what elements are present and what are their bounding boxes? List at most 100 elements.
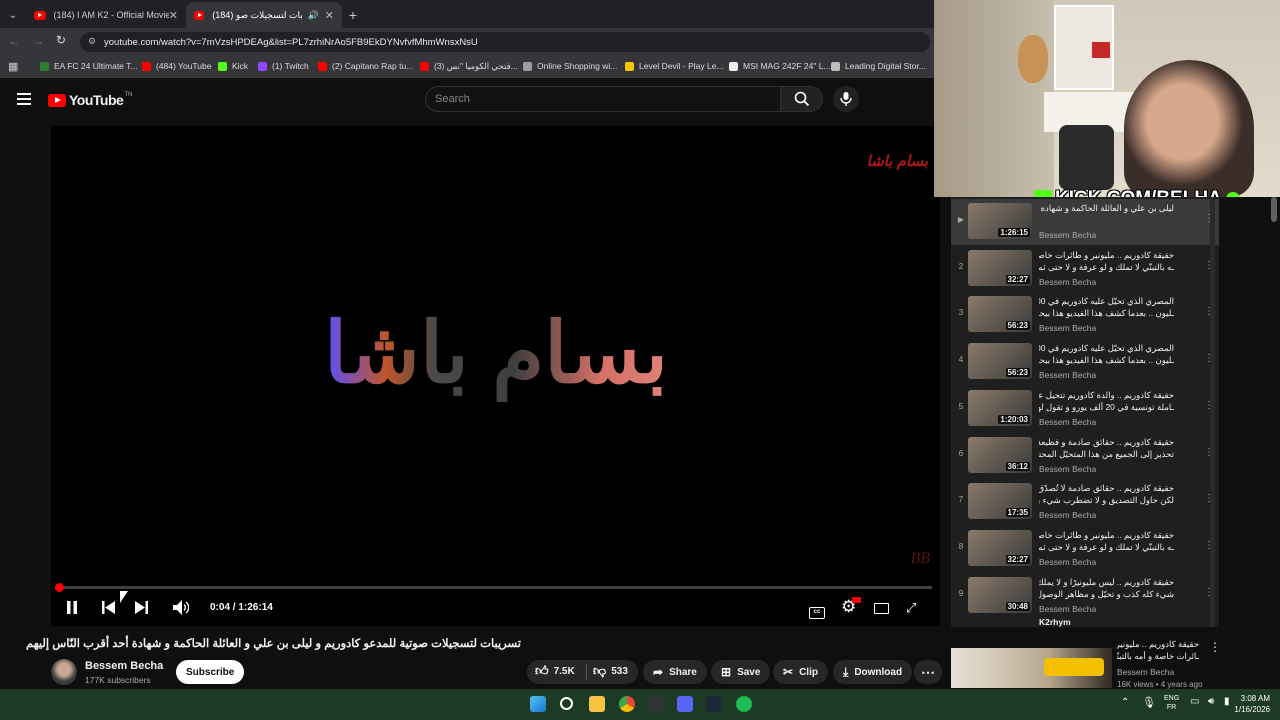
bookmark-item[interactable]: Level Devil - Play Le... xyxy=(625,61,724,71)
playlist-thumbnail[interactable]: 56:23 xyxy=(968,296,1032,333)
language-indicator[interactable]: ENG FR xyxy=(1164,694,1179,712)
tab-k2-movie[interactable]: (184) I AM K2 - Official Movie | ✕ xyxy=(26,2,186,28)
playlist-item[interactable]: 8 32:27 حقيقة كادوريم .. مليونير و طائرات … xyxy=(951,526,1219,572)
pause-button[interactable] xyxy=(66,601,78,617)
playlist-item[interactable]: 5 1:20:03 حقيقة كادوريم .. والدة كادوريم ت… xyxy=(951,386,1219,432)
speaker-icon[interactable]: 🔊 xyxy=(308,10,319,21)
clock[interactable]: 3:08 AM 1/16/2026 xyxy=(1228,693,1270,715)
playlist-item[interactable]: 4 56:23 المصري الذي تحيّل عليه كادوريم في … xyxy=(951,339,1219,385)
playlist-thumbnail[interactable]: 30:48 xyxy=(968,576,1032,613)
settings-button[interactable]: ⚙ xyxy=(841,597,861,617)
bookmark-item[interactable]: (3) فتحي الكوميا "نس... xyxy=(420,61,518,72)
playlist-title-line-2: تحذير إلى الجميع من هذا المتحيّل المحترف xyxy=(1039,448,1174,459)
progress-bar[interactable] xyxy=(55,583,932,592)
tray-mic-icon[interactable]: 🎙︎ xyxy=(1142,696,1156,709)
bookmark-item[interactable]: (1) Twitch xyxy=(258,61,309,71)
related-more-icon[interactable]: ⋮ xyxy=(1209,640,1221,654)
bookmark-item[interactable]: Kick xyxy=(218,61,248,71)
playlist-partial-item[interactable]: K2rhym xyxy=(1039,617,1071,627)
playlist-channel: Bessem Becha xyxy=(1039,416,1097,427)
dislike-button[interactable]: 👎︎ 533 xyxy=(593,663,628,679)
menu-icon[interactable] xyxy=(17,93,31,105)
subscribe-button[interactable]: Subscribe xyxy=(176,660,245,684)
windows-start-icon[interactable] xyxy=(530,696,546,712)
close-tab-icon[interactable]: ✕ xyxy=(169,9,178,22)
playlist-item[interactable]: 9 30:48 حقيقة كادوريم .. ليس مليونيرًا و ل… xyxy=(951,573,1219,619)
playlist-thumbnail[interactable]: 56:23 xyxy=(968,343,1032,380)
like-button[interactable]: 👍︎ 7.5K xyxy=(535,663,575,679)
playlist-scrollbar[interactable] xyxy=(1210,197,1215,627)
playlist-title-line-2: لكن حاول التصديق و لا تضطرب شيء بعد xyxy=(1039,495,1174,506)
chrome-icon[interactable] xyxy=(619,696,635,712)
playlist-thumbnail[interactable]: 17:35 xyxy=(968,483,1032,520)
volume-button[interactable] xyxy=(173,600,190,618)
playlist-index: 4 xyxy=(958,355,964,365)
related-title-2[interactable]: ـائرات خاصة و أمه بالتبنّي xyxy=(1117,651,1199,662)
bookmark-item[interactable]: (2) Capitano Rap tu... xyxy=(318,61,413,71)
site-info-icon[interactable]: ⚙ xyxy=(88,36,96,47)
playlist-thumbnail[interactable]: 1:26:15 xyxy=(968,203,1032,239)
theater-mode-button[interactable] xyxy=(874,602,889,617)
playlist-item[interactable]: 7 17:35 حقيقة كادوريم .. حقائق صادمة لا تُ… xyxy=(951,479,1219,525)
discord-icon[interactable] xyxy=(677,696,693,712)
forward-icon[interactable]: → xyxy=(32,34,44,48)
share-button[interactable]: ➦ Share xyxy=(643,660,707,684)
scrubber-handle[interactable] xyxy=(55,583,64,592)
playlist-thumbnail[interactable]: 1:20:03 xyxy=(968,389,1032,426)
apps-grid-icon[interactable]: ▦ xyxy=(8,60,18,73)
back-icon[interactable]: ← xyxy=(8,34,20,48)
reload-icon[interactable]: ↻ xyxy=(56,33,66,47)
video-player[interactable]: بسام باشا بسام باشا BB 0:04 / 1:26:14 cc… xyxy=(51,126,940,626)
file-explorer-icon[interactable] xyxy=(589,696,605,712)
youtube-logo[interactable]: YouTube TN xyxy=(48,92,132,108)
bookmark-item[interactable]: MSI MAG 242F 24" L... xyxy=(729,61,831,71)
playlist-item[interactable]: 3 56:23 المصري الذي تحيّل عليه كادوريم في … xyxy=(951,292,1219,338)
next-button[interactable] xyxy=(135,601,148,617)
bookmark-item[interactable]: (484) YouTube xyxy=(142,61,211,71)
close-tab-icon[interactable]: ✕ xyxy=(325,9,334,22)
playlist-title-line-2: ـه بالتبنّي لا تملك و لو عرفة و لا حتى ث… xyxy=(1039,261,1174,272)
playlist-channel: Bessem Becha xyxy=(1039,230,1097,240)
page-scrollbar[interactable] xyxy=(1271,197,1277,222)
channel-avatar[interactable] xyxy=(51,659,77,685)
app-icon[interactable] xyxy=(648,696,664,712)
related-video-thumbnail[interactable] xyxy=(951,648,1112,688)
clip-button[interactable]: ✂ Clip xyxy=(773,660,828,684)
related-channel[interactable]: Bessem Becha xyxy=(1117,667,1174,677)
download-button[interactable]: ⤓ Download xyxy=(833,660,913,684)
bookmark-item[interactable]: EA FC 24 Ultimate T... xyxy=(40,61,137,71)
network-icon[interactable]: ▭ xyxy=(1190,696,1199,707)
tab-list-button[interactable]: ⌄ xyxy=(2,2,24,28)
bookmark-favicon-icon xyxy=(218,61,227,71)
voice-search-button[interactable] xyxy=(833,86,859,112)
save-button[interactable]: ⊞ Save xyxy=(711,660,771,684)
taskbar-search-icon[interactable] xyxy=(560,697,573,710)
fullscreen-button[interactable]: ⤢ xyxy=(906,600,916,616)
tray-chevron-icon[interactable]: ⌃ xyxy=(1121,697,1129,708)
previous-button[interactable] xyxy=(102,601,115,617)
webcam-overlay: KICK.COM/BELHA xyxy=(934,0,1280,197)
new-tab-button[interactable]: + xyxy=(344,2,362,28)
steam-icon[interactable] xyxy=(706,696,722,712)
playlist-thumbnail[interactable]: 32:27 xyxy=(968,249,1032,286)
volume-tray-icon[interactable]: 🔊︎ xyxy=(1208,696,1214,707)
bookmark-item[interactable]: Leading Digital Stor... xyxy=(831,61,926,71)
tab-active-video[interactable]: تسريبات لتسجيلات صو (184) 🔊 ✕ xyxy=(186,2,342,28)
captions-button[interactable]: cc xyxy=(809,601,825,619)
more-actions-button[interactable]: ⋯ xyxy=(914,660,942,684)
search-input[interactable]: Search xyxy=(425,86,781,112)
playlist-item[interactable]: 6 36:12 حقيقة كادوريم .. حقائق صادمة و فظي… xyxy=(951,433,1219,479)
playlist-item[interactable]: ▶ 1:26:15 ليلى بن علي و العائلة الحاكمة و … xyxy=(951,199,1219,245)
clock-date: 1/16/2026 xyxy=(1234,705,1270,714)
related-title-1[interactable]: حقيقة كادوريم .. مليونير و xyxy=(1117,639,1199,650)
scissors-icon: ✂ xyxy=(783,665,794,679)
search-button[interactable] xyxy=(781,86,823,112)
url-field[interactable]: ⚙ youtube.com/watch?v=7mVzsHPDEAg&list=P… xyxy=(80,32,930,52)
bookmark-item[interactable]: Online Shopping wi... xyxy=(523,61,617,71)
playlist-thumbnail[interactable]: 36:12 xyxy=(968,436,1032,473)
bookmark-label: EA FC 24 Ultimate T... xyxy=(54,61,138,71)
playlist-item[interactable]: 2 32:27 حقيقة كادوريم .. مليونير و طائرات … xyxy=(951,246,1219,292)
playlist-thumbnail[interactable]: 32:27 xyxy=(968,529,1032,566)
spotify-icon[interactable] xyxy=(736,696,752,712)
channel-name[interactable]: Bessem Becha xyxy=(85,660,163,672)
